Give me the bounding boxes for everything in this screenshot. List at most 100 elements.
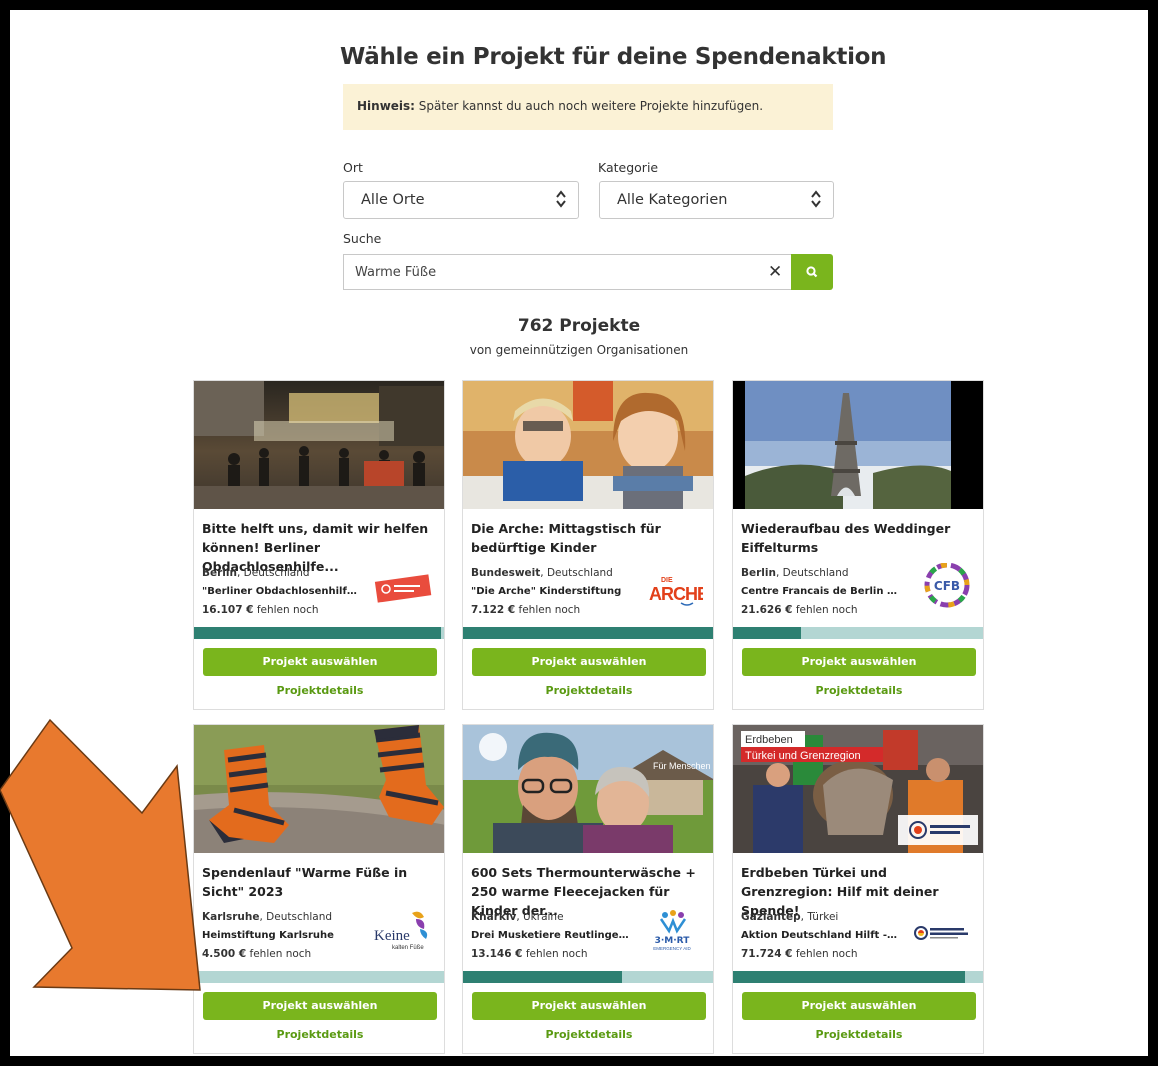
svg-text:Keine: Keine [374, 928, 410, 944]
project-organization: "Berliner Obdachlosenhilfe... [202, 586, 360, 597]
project-image: Erdbeben Türkei und Grenzregion [733, 725, 983, 853]
select-project-button[interactable]: Projekt auswählen [472, 992, 706, 1020]
project-amount: 21.626 € fehlen noch [741, 604, 858, 616]
progress-fill [463, 627, 713, 639]
suche-label: Suche [343, 231, 382, 246]
close-icon[interactable]: ✕ [768, 262, 782, 282]
project-card: Die Arche: Mittagstisch für bedürftige K… [462, 380, 714, 710]
project-image [194, 381, 444, 509]
project-image [463, 381, 713, 509]
project-country: , Türkei [800, 911, 839, 923]
organization-logo: CFB [911, 562, 973, 609]
organization-logo: Keine kalten Füße [372, 911, 434, 953]
select-project-button[interactable]: Projekt auswählen [472, 648, 706, 676]
project-details-link[interactable]: Projektdetails [733, 684, 983, 697]
project-city: Karlsruhe [202, 911, 260, 923]
project-location: Karlsruhe, Deutschland [202, 911, 332, 923]
project-country: , Deutschland [236, 567, 310, 579]
organization-logo [372, 569, 434, 609]
project-amount-suffix: fehlen noch [792, 948, 858, 960]
svg-text:CFB: CFB [934, 579, 960, 593]
project-details-link[interactable]: Projektdetails [194, 684, 444, 697]
project-location: Berlin, Deutschland [202, 567, 310, 579]
svg-text:kalten Füße: kalten Füße [392, 945, 424, 951]
project-amount-suffix: fehlen noch [246, 948, 312, 960]
project-amount: 13.146 € fehlen noch [471, 948, 588, 960]
progress-bar [733, 627, 983, 639]
project-amount: 16.107 € fehlen noch [202, 604, 319, 616]
project-organization: "Die Arche" Kinderstiftung [471, 586, 622, 597]
results-count: 762 Projekte [517, 316, 641, 336]
organization-logo [911, 913, 973, 953]
ort-label: Ort [343, 160, 363, 175]
search-input[interactable]: Warme Füße [343, 254, 791, 290]
project-city: Bundesweit [471, 567, 541, 579]
updown-caret-icon [556, 190, 566, 210]
project-card: Wiederaufbau des Weddinger Eiffelturms B… [732, 380, 984, 710]
project-details-link[interactable]: Projektdetails [463, 1028, 713, 1041]
select-project-button[interactable]: Projekt auswählen [742, 648, 976, 676]
svg-text:EMERGENCY AID: EMERGENCY AID [653, 946, 691, 951]
kategorie-select[interactable]: Alle Kategorien [599, 181, 834, 219]
project-amount: 71.724 € fehlen noch [741, 948, 858, 960]
organization-logo: 3·M·RT EMERGENCY AID [641, 910, 703, 953]
svg-text:Türkei und Grenzregion: Türkei und Grenzregion [745, 750, 861, 762]
hint-text: Später kannst du auch noch weitere Proje… [414, 99, 764, 113]
progress-bar [733, 971, 983, 983]
project-card: Für Menschen in der Ukraine 600 Sets The… [462, 724, 714, 1054]
svg-text:3·M·RT: 3·M·RT [655, 936, 691, 946]
project-location: Kharkiv, Ukraine [471, 911, 564, 923]
progress-bar [463, 971, 713, 983]
search-button[interactable] [791, 254, 833, 290]
project-details-link[interactable]: Projektdetails [463, 684, 713, 697]
ort-select-value: Alle Orte [361, 192, 425, 208]
project-details-link[interactable]: Projektdetails [194, 1028, 444, 1041]
organization-logo: DIE ARCHE [641, 569, 710, 609]
project-location: Gaziantep, Türkei [741, 911, 838, 923]
svg-text:DIE: DIE [661, 577, 673, 584]
progress-bar [463, 627, 713, 639]
kategorie-select-value: Alle Kategorien [617, 192, 728, 208]
project-image [194, 725, 444, 853]
page: Wähle ein Projekt für deine Spendenaktio… [10, 10, 1148, 1056]
project-details-link[interactable]: Projektdetails [733, 1028, 983, 1041]
project-card: Spendenlauf "Warme Füße in Sicht" 2023 K… [193, 724, 445, 1054]
project-title[interactable]: Spendenlauf "Warme Füße in Sicht" 2023 [202, 863, 442, 901]
project-amount-suffix: fehlen noch [522, 948, 588, 960]
project-location: Bundesweit, Deutschland [471, 567, 613, 579]
project-card: Erdbeben Türkei und Grenzregion Erdbeben… [732, 724, 984, 1054]
svg-text:ARCHE: ARCHE [649, 584, 703, 604]
progress-fill [463, 971, 622, 983]
select-project-button[interactable]: Projekt auswählen [203, 648, 437, 676]
project-title[interactable]: Die Arche: Mittagstisch für bedürftige K… [471, 519, 711, 557]
ort-select[interactable]: Alle Orte [343, 181, 579, 219]
project-card: Bitte helft uns, damit wir helfen können… [193, 380, 445, 710]
project-amount-suffix: fehlen noch [515, 604, 581, 616]
updown-caret-icon [811, 190, 821, 210]
project-city: Berlin [202, 567, 237, 579]
project-image [733, 381, 983, 509]
project-amount-value: 4.500 € [202, 948, 247, 960]
project-amount: 7.122 € fehlen noch [471, 604, 580, 616]
page-title: Wähle ein Projekt für deine Spendenaktio… [340, 44, 887, 70]
select-project-button[interactable]: Projekt auswählen [203, 992, 437, 1020]
svg-text:Erdbeben: Erdbeben [745, 734, 793, 746]
project-city: Gaziantep [741, 911, 801, 923]
project-organization: Heimstiftung Karlsruhe [202, 930, 334, 941]
project-country: , Ukraine [516, 911, 564, 923]
project-image: Für Menschen in der Ukraine [463, 725, 713, 853]
select-project-button[interactable]: Projekt auswählen [742, 992, 976, 1020]
hint-box: Hinweis: Später kannst du auch noch weit… [343, 84, 833, 130]
progress-fill [733, 627, 802, 639]
project-location: Berlin, Deutschland [741, 567, 849, 579]
project-country: , Deutschland [775, 567, 849, 579]
project-amount-value: 7.122 € [471, 604, 516, 616]
project-amount-suffix: fehlen noch [253, 604, 319, 616]
project-organization: Drei Musketiere Reutlingen ... [471, 930, 629, 941]
project-amount-value: 16.107 € [202, 604, 254, 616]
progress-fill [733, 971, 965, 983]
project-title[interactable]: Wiederaufbau des Weddinger Eiffelturms [741, 519, 981, 557]
project-organization: Aktion Deutschland Hilft - ... [741, 930, 899, 941]
project-organization: Centre Francais de Berlin g... [741, 586, 899, 597]
project-amount-value: 13.146 € [471, 948, 523, 960]
